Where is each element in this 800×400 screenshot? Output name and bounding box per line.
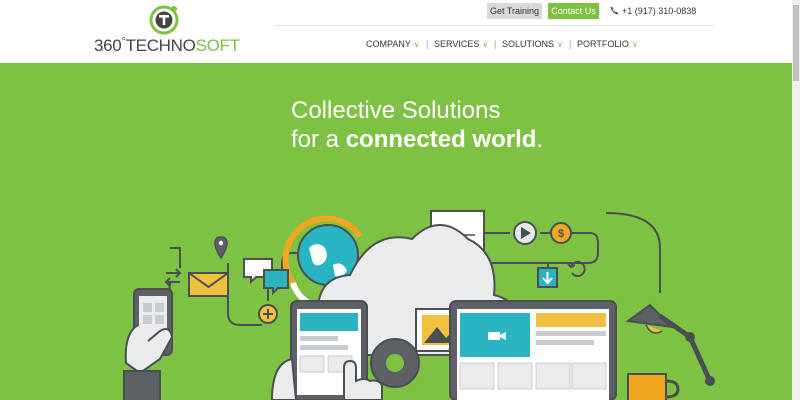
download-icon: [537, 267, 558, 288]
page: 360°TECHNOSOFT Get Training Contact Us +…: [0, 0, 800, 400]
plus-icon: [258, 304, 278, 324]
envelope-icon: [188, 272, 229, 297]
site-header: 360°TECHNOSOFT Get Training Contact Us +…: [0, 0, 800, 63]
chevron-down-icon: ∨: [413, 40, 420, 49]
top-bar: Get Training Contact Us +1 (917) 310-083…: [275, 0, 715, 26]
coffee-mug-icon: [627, 373, 680, 400]
svg-text:$: $: [558, 228, 564, 240]
nav-divider: |: [426, 39, 429, 49]
chevron-down-icon: ∨: [631, 40, 638, 49]
brand-logo[interactable]: 360°TECHNOSOFT: [94, 3, 240, 59]
play-icon: [513, 221, 537, 245]
get-training-button[interactable]: Get Training: [487, 3, 542, 19]
nav-divider: |: [494, 39, 497, 49]
nav-item-portfolio[interactable]: PORTFOLIO ∨: [577, 37, 638, 52]
refresh-icon: [567, 260, 586, 277]
location-pin-icon: [214, 236, 228, 260]
hero-banner: Collective Solutions for a connected wor…: [0, 63, 792, 400]
scrollbar-thumb[interactable]: [793, 5, 799, 81]
laptop-device-icon: [449, 300, 617, 400]
brand-name: 360°TECHNOSOFT: [94, 36, 240, 55]
phone-link[interactable]: +1 (917) 310-0838: [610, 4, 696, 18]
nav-item-company[interactable]: COMPANY ∨: [366, 37, 420, 52]
hero-illustration: $: [123, 210, 715, 400]
contact-us-button[interactable]: Contact Us: [548, 3, 599, 19]
tablet-device-icon: [270, 300, 383, 400]
chevron-down-icon: ∨: [557, 40, 563, 49]
chevron-down-icon: ∨: [482, 40, 489, 49]
nav-item-solutions[interactable]: SOLUTIONS ∨: [502, 37, 563, 52]
dollar-icon: $: [550, 222, 572, 244]
phone-device-icon: [123, 288, 174, 400]
logo-icon: [149, 5, 179, 35]
arrows-icon: [164, 268, 182, 287]
gear-icon: [370, 338, 420, 388]
phone-number: +1 (917) 310-0838: [622, 6, 697, 16]
nav-item-services[interactable]: SERVICES ∨: [434, 37, 488, 52]
nav-divider: |: [569, 39, 572, 49]
phone-icon: [610, 6, 619, 15]
